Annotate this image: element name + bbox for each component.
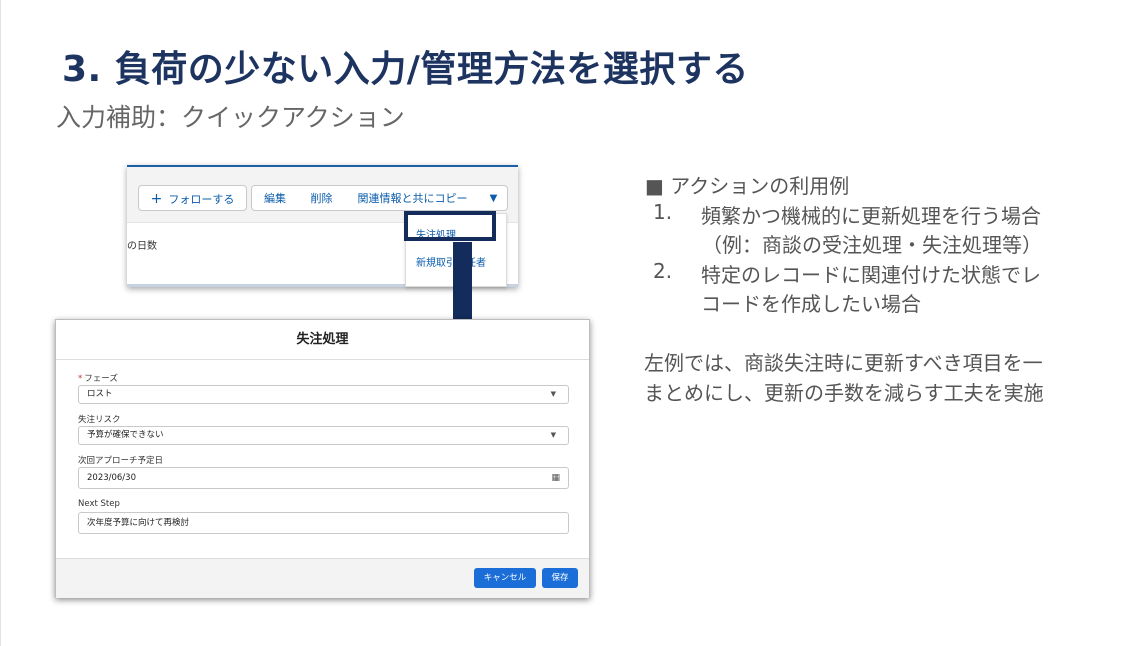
next-step-value: 次年度予算に向けて再検討 (87, 518, 190, 528)
delete-button[interactable]: 削除 (298, 185, 346, 211)
list-item-number: 1. (653, 200, 673, 224)
next-approach-date-value: 2023/06/30 (87, 473, 136, 483)
save-button[interactable]: 保存 (542, 568, 578, 588)
lost-process-modal: 失注処理 * フェーズ ロスト ▼ 失注リスク 予算が確保できない ▼ 次回アプロ… (55, 319, 590, 598)
calendar-icon[interactable]: ▦ (551, 468, 560, 488)
slide-title: 3. 負荷の少ない入力/管理方法を選択する (62, 49, 749, 90)
next-step-input[interactable]: 次年度予算に向けて再検討 (78, 512, 569, 534)
chevron-down-icon: ▼ (489, 193, 498, 204)
follow-label: フォローする (168, 193, 235, 206)
cancel-button[interactable]: キャンセル (474, 568, 536, 588)
follow-button[interactable]: + フォローする (138, 185, 247, 211)
menu-item-new-contact-role[interactable]: 新規取引責任者 (416, 254, 486, 269)
next-step-label: Next Step (78, 499, 120, 509)
highlight-box (404, 211, 496, 241)
list-item-line: 特定のレコードに関連付けた状態でレ (701, 263, 1041, 287)
next-approach-date-input[interactable]: 2023/06/30 ▦ (78, 467, 569, 489)
lost-risk-label: 失注リスク (78, 415, 121, 425)
edit-button[interactable]: 編集 (251, 185, 299, 211)
lost-risk-value: 予算が確保できない (87, 430, 164, 440)
modal-title: 失注処理 (56, 320, 589, 360)
note-text-line: まとめにし、更新の手数を減らす工夫を実施 (644, 381, 1044, 405)
clone-with-related-button[interactable]: 関連情報と共にコピー (345, 185, 481, 211)
usage-examples-heading: ■ アクションの利用例 (645, 174, 850, 198)
phase-select[interactable]: ロスト ▼ (78, 385, 569, 404)
days-field-label: の日数 (127, 241, 157, 252)
modal-body: * フェーズ ロスト ▼ 失注リスク 予算が確保できない ▼ 次回アプローチ予定日… (56, 360, 589, 558)
chevron-down-icon: ▼ (550, 390, 556, 398)
phase-value: ロスト (87, 389, 113, 399)
slide-subtitle: 入力補助：クイックアクション (56, 103, 405, 132)
required-mark: * (78, 374, 83, 384)
more-actions-button[interactable]: ▼ (480, 185, 508, 211)
phase-label: * フェーズ (78, 374, 118, 384)
list-item-line: コードを作成したい場合 (701, 292, 921, 316)
list-item-line: 頻繁かつ機械的に更新処理を行う場合 (701, 204, 1041, 228)
note-text-line: 左例では、商談失注時に更新すべき項目を一 (644, 351, 1043, 375)
plus-icon: + (150, 191, 163, 207)
chevron-down-icon: ▼ (550, 431, 556, 439)
modal-footer: キャンセル 保存 (56, 558, 589, 598)
slide-left-border (0, 0, 1, 646)
list-item-line: （例：商談の受注処理・失注処理等） (702, 233, 1042, 257)
lost-risk-select[interactable]: 予算が確保できない ▼ (78, 426, 569, 445)
list-item-number: 2. (653, 259, 673, 283)
down-arrow-shaft (453, 242, 472, 322)
next-approach-date-label: 次回アプローチ予定日 (78, 456, 164, 466)
